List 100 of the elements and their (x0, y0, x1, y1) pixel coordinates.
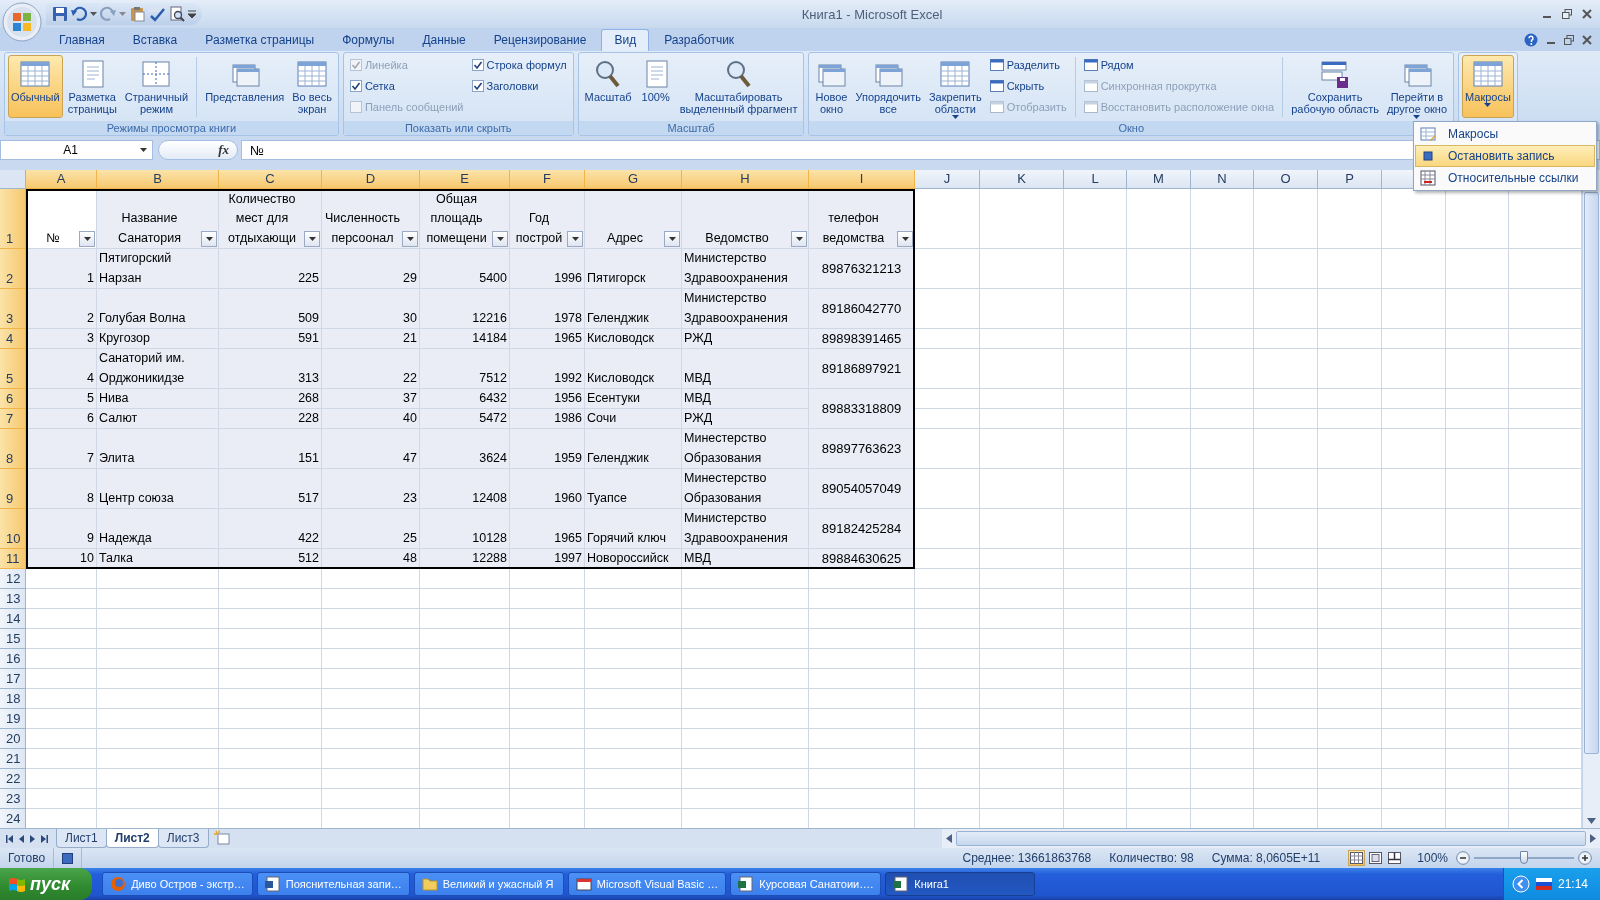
ribbon-button[interactable]: Обычный (8, 55, 63, 118)
row-header[interactable]: 5 (0, 349, 26, 389)
name-box[interactable]: A1 (0, 140, 153, 160)
column-header[interactable]: A (26, 170, 97, 189)
row-header[interactable]: 22 (0, 769, 26, 789)
row-header[interactable]: 12 (0, 569, 26, 589)
column-header[interactable]: M (1127, 170, 1191, 189)
ribbon-button[interactable]: Макросы (1462, 55, 1514, 118)
column-header[interactable]: N (1191, 170, 1254, 189)
taskbar-button[interactable]: Великий и ужасный Я (413, 872, 564, 896)
ribbon-button[interactable]: Рядом (1080, 55, 1278, 75)
ribbon-button[interactable]: Упорядочить все (852, 55, 924, 118)
table-header-cell: телефон ведомства (809, 189, 915, 249)
ribbon-tab[interactable]: Разметка страницы (192, 29, 328, 51)
row-header[interactable]: 3 (0, 289, 26, 329)
column-header[interactable]: C (219, 170, 322, 189)
ribbon-tab[interactable]: Вид (601, 29, 650, 51)
ribbon-button[interactable]: Масштаб (581, 55, 635, 118)
menu-item[interactable]: Остановить запись (1415, 145, 1595, 167)
row-header[interactable]: 16 (0, 649, 26, 669)
ribbon-button[interactable]: Новое окно (812, 55, 851, 118)
insert-function-button[interactable]: fx (158, 140, 238, 160)
table-cell: 40 (322, 409, 420, 429)
table-cell: 1978 (510, 289, 585, 329)
row-header[interactable]: 9 (0, 469, 26, 509)
start-button[interactable]: пуск (0, 868, 93, 900)
ribbon-button[interactable]: Представления (202, 55, 288, 118)
taskbar-button[interactable]: Книга1 (885, 872, 1036, 896)
table-cell: 8 (26, 469, 97, 509)
table-cell: 313 (219, 349, 322, 389)
column-header[interactable]: K (980, 170, 1064, 189)
table-header-cell: Численность персоонал (322, 189, 420, 249)
sheet-tab[interactable]: Лист3 (157, 829, 209, 848)
row-header[interactable]: 15 (0, 629, 26, 649)
row-header[interactable]: 23 (0, 789, 26, 809)
table-cell: 89182425284 (809, 509, 915, 549)
row-header[interactable]: 4 (0, 329, 26, 349)
column-header[interactable]: P (1318, 170, 1382, 189)
row-header[interactable]: 14 (0, 609, 26, 629)
ribbon-button[interactable]: Масштабировать выделенный фрагмент (676, 55, 801, 118)
row-header[interactable]: 20 (0, 729, 26, 749)
column-header[interactable]: E (420, 170, 510, 189)
table-cell: 6 (26, 409, 97, 429)
ribbon-button[interactable]: Во весь экран (289, 55, 335, 118)
column-header[interactable]: F (510, 170, 585, 189)
taskbar-button[interactable]: Пояснительная запи… (256, 872, 410, 896)
column-header[interactable]: H (682, 170, 809, 189)
ribbon-tab[interactable]: Главная (46, 29, 118, 51)
table-cell: Туапсе (585, 469, 682, 509)
row-header[interactable]: 1 (0, 189, 26, 249)
row-header[interactable]: 24 (0, 809, 26, 828)
table-cell: РЖД (682, 409, 809, 429)
row-header[interactable]: 11 (0, 549, 26, 569)
checkbox[interactable]: Сетка (346, 76, 467, 96)
sheet-tab[interactable]: Лист1 (56, 829, 107, 848)
ribbon-button[interactable]: Страничный режим (121, 55, 192, 118)
checkbox[interactable]: Заголовки (468, 76, 570, 96)
table-cell: 1959 (510, 429, 585, 469)
ribbon-button[interactable]: Разметка страницы (64, 55, 120, 118)
table-cell: МВД (682, 349, 809, 389)
column-header[interactable]: L (1064, 170, 1127, 189)
ribbon-button[interactable]: 100% (636, 55, 675, 118)
row-header[interactable]: 17 (0, 669, 26, 689)
ribbon-button[interactable]: Сохранить рабочую область (1288, 55, 1382, 118)
table-cell: 1965 (510, 329, 585, 349)
ribbon-tab[interactable]: Разработчик (651, 29, 748, 51)
ribbon-button[interactable]: Разделить (986, 55, 1070, 75)
row-header[interactable]: 18 (0, 689, 26, 709)
ribbon-tab[interactable]: Вставка (119, 29, 191, 51)
row-header[interactable]: 19 (0, 709, 26, 729)
taskbar-button[interactable]: Диво Остров - экстр… (102, 872, 253, 896)
column-header[interactable]: J (915, 170, 980, 189)
row-header[interactable]: 13 (0, 589, 26, 609)
table-cell: 4 (26, 349, 97, 389)
table-header-cell: Ведомство (682, 189, 809, 249)
table-cell: 47 (322, 429, 420, 469)
ribbon-tab[interactable]: Рецензирование (480, 29, 600, 51)
menu-item[interactable]: Относительные ссылки (1415, 167, 1595, 189)
ribbon-tab[interactable]: Данные (409, 29, 479, 51)
ribbon-tab[interactable]: Формулы (329, 29, 408, 51)
zoom-level[interactable]: 100% (1417, 851, 1448, 865)
column-header[interactable]: I (809, 170, 915, 189)
checkbox[interactable]: Строка формул (468, 55, 570, 75)
row-header[interactable]: 10 (0, 509, 26, 549)
column-header[interactable]: G (585, 170, 682, 189)
table-cell: Минестерство Образования (682, 469, 809, 509)
column-header[interactable]: B (97, 170, 219, 189)
row-header[interactable]: 2 (0, 249, 26, 289)
table-header-cell: Количество мест для отдыхающи (219, 189, 322, 249)
ribbon-button[interactable]: Перейти в другое окно (1383, 55, 1450, 118)
table-cell: МВД (682, 389, 809, 409)
sheet-tab[interactable]: Лист2 (105, 829, 159, 848)
ribbon-button[interactable]: Скрыть (986, 76, 1070, 96)
column-header[interactable]: D (322, 170, 420, 189)
row-header[interactable]: 8 (0, 429, 26, 469)
row-header[interactable]: 6 (0, 389, 26, 409)
ribbon-button[interactable]: Закрепить области (925, 55, 985, 118)
row-header[interactable]: 7 (0, 409, 26, 429)
row-header[interactable]: 21 (0, 749, 26, 769)
column-header[interactable]: O (1254, 170, 1318, 189)
